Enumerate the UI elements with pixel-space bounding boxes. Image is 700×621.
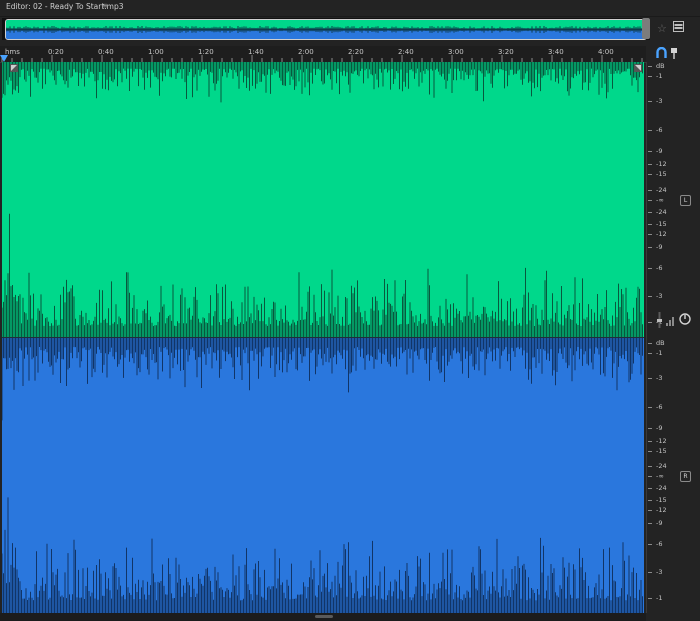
left-channel-tag[interactable]: L bbox=[680, 195, 691, 206]
waveform-spikes bbox=[2, 62, 643, 338]
amplitude-zoom-slider[interactable] bbox=[657, 312, 662, 328]
overview-navigator[interactable] bbox=[2, 18, 650, 40]
overview-range-handle[interactable] bbox=[642, 18, 650, 39]
db-label: -12 bbox=[648, 506, 667, 514]
db-label: -12 bbox=[648, 437, 667, 445]
db-scale: dB -1 -3 -6 -9 -12 -15 -24 -∞ -24 -15 -1… bbox=[646, 62, 675, 613]
db-label: -∞ bbox=[648, 472, 664, 480]
db-label: -3 bbox=[647, 374, 663, 382]
ruler-tick-label: 0:20 bbox=[48, 48, 64, 56]
db-label: -15 bbox=[648, 447, 667, 455]
ruler-tick-label: 3:40 bbox=[548, 48, 564, 56]
right-channel-waveform[interactable] bbox=[2, 338, 644, 613]
db-label: dB bbox=[648, 339, 665, 347]
left-channel-spikes bbox=[2, 62, 643, 338]
db-label: -9 bbox=[647, 519, 663, 527]
db-label: -3 bbox=[647, 292, 663, 300]
db-label: -9 bbox=[647, 147, 663, 155]
ruler-tick-label: 1:40 bbox=[248, 48, 264, 56]
db-label: -24 bbox=[648, 462, 667, 470]
overview-waveform-graphic bbox=[6, 20, 646, 39]
channel-strip: L R bbox=[675, 46, 700, 621]
db-label: -6 bbox=[647, 264, 663, 272]
db-label: -1 bbox=[647, 72, 663, 80]
db-label: -9 bbox=[647, 424, 663, 432]
playhead-marker[interactable] bbox=[0, 55, 8, 62]
db-label: -3 bbox=[647, 568, 663, 576]
ruler-tick-label: 2:20 bbox=[348, 48, 364, 56]
panel-menu-icon[interactable]: ≡ bbox=[101, 1, 108, 10]
left-channel-waveform[interactable] bbox=[2, 62, 644, 338]
magnet-icon[interactable] bbox=[656, 47, 667, 59]
ruler-tick-label: 3:00 bbox=[448, 48, 464, 56]
db-label: dB bbox=[648, 62, 665, 70]
overview-waveform[interactable] bbox=[5, 19, 647, 40]
db-label: -12 bbox=[648, 160, 667, 168]
marker-icon[interactable] bbox=[670, 47, 678, 59]
waveform-display[interactable] bbox=[2, 62, 644, 613]
db-label: -1 bbox=[647, 349, 663, 357]
scrollbar-grip[interactable] bbox=[315, 615, 333, 618]
ruler-tick-label: 1:00 bbox=[148, 48, 164, 56]
db-label: -24 bbox=[648, 186, 667, 194]
time-ruler[interactable]: hms 0:20 0:40 1:00 1:20 1:40 2:00 2:20 2… bbox=[0, 46, 646, 63]
ruler-tick-label: 3:20 bbox=[498, 48, 514, 56]
db-label: -9 bbox=[647, 243, 663, 251]
db-label: -6 bbox=[647, 126, 663, 134]
ruler-tick-label: 1:20 bbox=[198, 48, 214, 56]
horizontal-scrollbar[interactable] bbox=[0, 613, 646, 621]
volume-knob-icon[interactable] bbox=[679, 313, 691, 325]
db-label: -24 bbox=[648, 208, 667, 216]
db-label: -6 bbox=[647, 540, 663, 548]
channel-divider bbox=[2, 337, 644, 338]
right-channel-spikes bbox=[2, 338, 643, 613]
fade-in-handle-icon[interactable] bbox=[10, 64, 18, 72]
db-label: -3 bbox=[647, 97, 663, 105]
ruler-tick-label: 4:00 bbox=[598, 48, 614, 56]
db-label: -15 bbox=[648, 496, 667, 504]
ruler-tick-label: 2:00 bbox=[298, 48, 314, 56]
fade-out-handle-icon[interactable] bbox=[634, 64, 642, 72]
db-label: -12 bbox=[648, 230, 667, 238]
ruler-tick-label: 0:40 bbox=[98, 48, 114, 56]
waveform-spikes bbox=[2, 338, 643, 613]
db-label: -∞ bbox=[648, 196, 664, 204]
db-label: -24 bbox=[648, 484, 667, 492]
db-label: -6 bbox=[647, 403, 663, 411]
ruler-tick-label: 2:40 bbox=[398, 48, 414, 56]
db-label: -15 bbox=[648, 170, 667, 178]
zoom-icon[interactable]: ☆ bbox=[657, 22, 667, 35]
panel-layout-icon[interactable] bbox=[673, 21, 684, 32]
right-channel-tag[interactable]: R bbox=[680, 471, 691, 482]
level-meter-icon bbox=[666, 317, 674, 326]
db-label: -15 bbox=[648, 220, 667, 228]
db-label: -1 bbox=[647, 594, 663, 602]
